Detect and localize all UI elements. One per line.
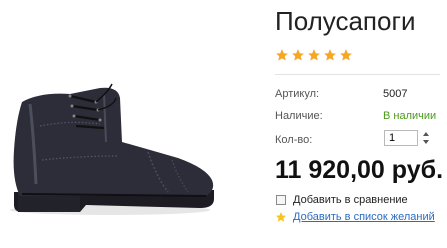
compare-checkbox[interactable] bbox=[276, 195, 286, 205]
product-title: Полусапоги bbox=[275, 6, 416, 36]
availability-value: В наличии bbox=[383, 110, 437, 122]
stepper-up-icon bbox=[423, 132, 429, 136]
quantity-input[interactable] bbox=[384, 130, 418, 146]
stepper-down-icon bbox=[423, 140, 429, 144]
availability-label: Наличие: bbox=[275, 110, 323, 122]
star-icon bbox=[308, 49, 320, 61]
divider bbox=[275, 74, 440, 75]
star-icon bbox=[292, 49, 304, 61]
quantity-label: Кол-во: bbox=[275, 134, 313, 146]
product-image bbox=[10, 83, 214, 215]
quantity-stepper[interactable] bbox=[421, 129, 431, 147]
star-icon bbox=[276, 49, 288, 61]
article-label: Артикул: bbox=[275, 88, 320, 100]
article-value: 5007 bbox=[383, 88, 408, 100]
star-icon bbox=[324, 49, 336, 61]
price: 11 920,00 руб. bbox=[275, 156, 444, 184]
compare-label[interactable]: Добавить в сравнение bbox=[293, 194, 408, 206]
rating-stars bbox=[275, 48, 353, 62]
wishlist-star-icon[interactable] bbox=[275, 211, 287, 223]
add-to-wishlist-link[interactable]: Добавить в список желаний bbox=[293, 211, 435, 223]
star-icon bbox=[340, 49, 352, 61]
